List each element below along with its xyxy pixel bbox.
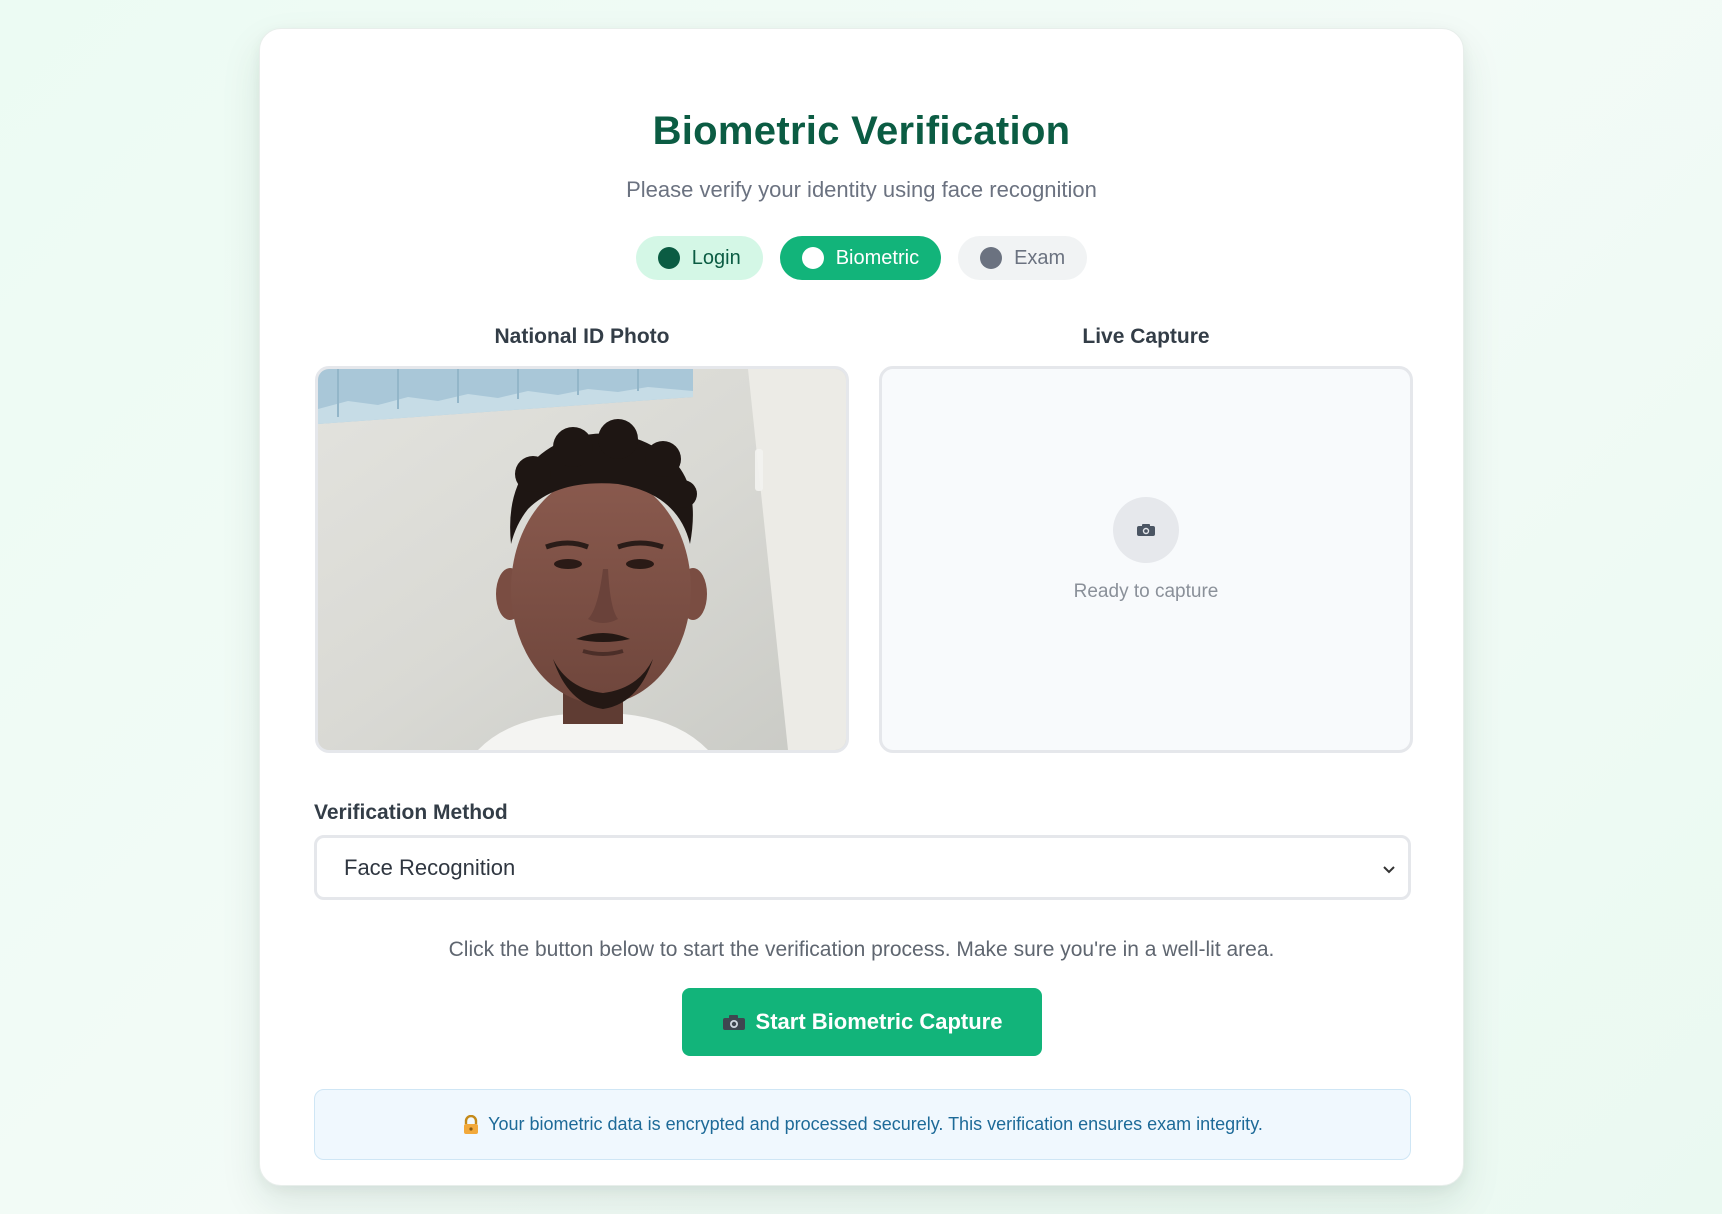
live-capture-label: Live Capture xyxy=(1082,325,1210,348)
step-biometric: Biometric xyxy=(779,236,942,280)
selected-method: Face Recognition xyxy=(344,854,516,880)
national-id-photo xyxy=(315,366,849,753)
page-subtitle: Please verify your identity using face r… xyxy=(626,177,1097,202)
id-photo-image xyxy=(318,369,846,750)
capture-status: Ready to capture xyxy=(1073,580,1219,602)
step-exam: Exam xyxy=(958,236,1088,280)
start-capture-label: Start Biometric Capture xyxy=(755,1009,1003,1034)
security-note-text: Your biometric data is encrypted and pro… xyxy=(488,1114,1263,1134)
lock-icon xyxy=(462,1114,480,1135)
step-indicator-icon xyxy=(657,247,680,269)
id-photo-label: National ID Photo xyxy=(494,325,670,348)
camera-icon xyxy=(1113,496,1179,563)
chevron-down-icon xyxy=(1382,855,1396,881)
verification-method-select[interactable]: Face Recognition xyxy=(314,835,1411,900)
camera-icon xyxy=(722,1014,746,1031)
page-title: Biometric Verification xyxy=(652,109,1071,153)
step-label: Exam xyxy=(1014,246,1066,269)
method-label: Verification Method xyxy=(314,801,508,824)
step-label: Biometric xyxy=(835,246,920,269)
step-login: Login xyxy=(635,236,763,280)
step-indicator-icon xyxy=(801,247,824,269)
step-indicator-icon xyxy=(980,247,1003,269)
instructions-text: Click the button below to start the veri… xyxy=(448,938,1275,961)
security-note: Your biometric data is encrypted and pro… xyxy=(314,1089,1411,1160)
progress-steps: Login Biometric Exam xyxy=(260,236,1463,280)
verification-card: Biometric Verification Please verify you… xyxy=(259,28,1464,1186)
live-capture-area[interactable]: Ready to capture xyxy=(879,366,1413,753)
start-capture-button[interactable]: Start Biometric Capture xyxy=(682,988,1042,1056)
step-label: Login xyxy=(691,246,741,269)
